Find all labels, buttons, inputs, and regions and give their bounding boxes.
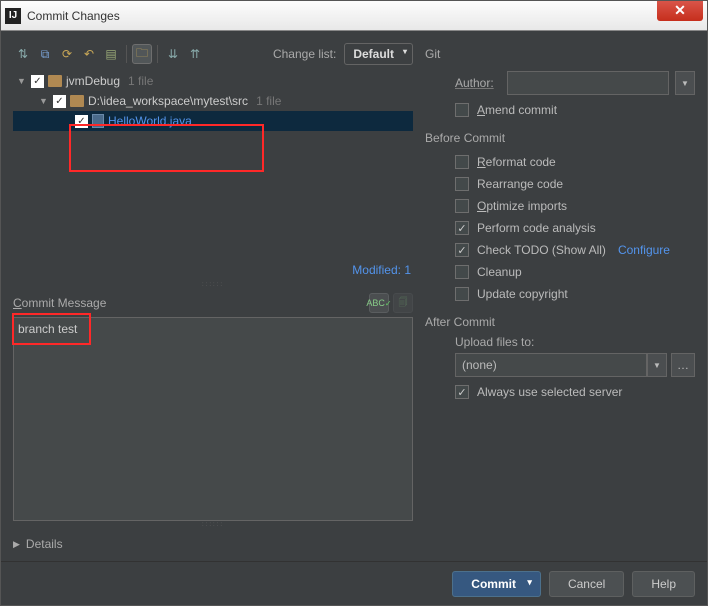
refresh-icon[interactable]: ⟳ xyxy=(57,44,77,64)
rollback-icon[interactable]: ↶ xyxy=(79,44,99,64)
expand-all-icon[interactable]: ⇊ xyxy=(163,44,183,64)
amend-checkbox[interactable] xyxy=(455,103,469,117)
checkbox[interactable] xyxy=(75,115,88,128)
analysis-checkbox[interactable] xyxy=(455,221,469,235)
move-icon[interactable]: ⧉ xyxy=(35,44,55,64)
window-title: Commit Changes xyxy=(27,9,657,23)
file-tree[interactable]: ▼ jvmDebug 1 file ▼ D:\idea_workspace\my… xyxy=(13,71,413,259)
close-button[interactable]: ✕ xyxy=(657,1,703,21)
cleanup-checkbox[interactable] xyxy=(455,265,469,279)
spellcheck-icon[interactable]: ABC✓ xyxy=(369,293,389,313)
change-list-label: Change list: xyxy=(273,47,336,61)
tree-file[interactable]: HelloWorld.java xyxy=(13,111,413,131)
analysis-label: Perform code analysis xyxy=(477,221,596,235)
commit-message-label: Commit Message xyxy=(13,296,106,310)
folder-icon xyxy=(70,95,84,107)
after-commit-title: After Commit xyxy=(425,315,695,329)
change-list-select[interactable]: Default ▾ xyxy=(344,43,413,65)
tree-root[interactable]: ▼ jvmDebug 1 file xyxy=(13,71,413,91)
details-toggle[interactable]: ▶ Details xyxy=(13,537,413,551)
app-icon: IJ xyxy=(5,8,21,24)
splitter[interactable]: :::::: xyxy=(13,521,413,529)
java-file-icon xyxy=(92,114,104,128)
upload-select[interactable]: (none) xyxy=(455,353,647,377)
show-diff-icon[interactable]: ⇅ xyxy=(13,44,33,64)
commit-button[interactable]: Commit xyxy=(452,571,541,597)
optimize-label: Optimize imports xyxy=(477,199,567,213)
reformat-label: Reformat code xyxy=(477,155,556,169)
reformat-checkbox[interactable] xyxy=(455,155,469,169)
todo-label: Check TODO (Show All) xyxy=(477,243,606,257)
copyright-checkbox[interactable] xyxy=(455,287,469,301)
collapse-all-icon[interactable]: ⇈ xyxy=(185,44,205,64)
upload-dropdown[interactable]: ▼ xyxy=(647,353,667,377)
splitter[interactable]: :::::: xyxy=(13,281,413,289)
author-label: Author: xyxy=(455,76,501,90)
file-toolbar: ⇅ ⧉ ⟳ ↶ ▤ 🗀 ⇊ ⇈ Change list: Default ▾ xyxy=(13,41,413,67)
optimize-checkbox[interactable] xyxy=(455,199,469,213)
titlebar: IJ Commit Changes ✕ xyxy=(1,1,707,31)
cancel-button[interactable]: Cancel xyxy=(549,571,624,597)
always-server-checkbox[interactable] xyxy=(455,385,469,399)
modified-count: Modified: 1 xyxy=(13,259,413,281)
configure-link[interactable]: Configure xyxy=(618,243,670,257)
rearrange-label: Rearrange code xyxy=(477,177,563,191)
help-button[interactable]: Help xyxy=(632,571,695,597)
author-dropdown[interactable]: ▼ xyxy=(675,71,695,95)
rearrange-checkbox[interactable] xyxy=(455,177,469,191)
checkbox[interactable] xyxy=(53,95,66,108)
author-input[interactable] xyxy=(507,71,669,95)
tree-folder[interactable]: ▼ D:\idea_workspace\mytest\src 1 file xyxy=(13,91,413,111)
before-commit-title: Before Commit xyxy=(425,131,695,145)
group-by-dir-icon[interactable]: 🗀 xyxy=(132,44,152,64)
history-icon[interactable]: 🗐 xyxy=(393,293,413,313)
folder-icon xyxy=(48,75,62,87)
new-changelist-icon[interactable]: ▤ xyxy=(101,44,121,64)
amend-label: Amend commit xyxy=(477,103,557,117)
todo-checkbox[interactable] xyxy=(455,243,469,257)
upload-label: Upload files to: xyxy=(455,335,695,349)
cleanup-label: Cleanup xyxy=(477,265,522,279)
upload-browse-button[interactable]: … xyxy=(671,353,695,377)
git-section-title: Git xyxy=(425,47,695,61)
copyright-label: Update copyright xyxy=(477,287,568,301)
commit-message-input[interactable]: branch test xyxy=(13,317,413,521)
always-server-label: Always use selected server xyxy=(477,385,622,399)
checkbox[interactable] xyxy=(31,75,44,88)
